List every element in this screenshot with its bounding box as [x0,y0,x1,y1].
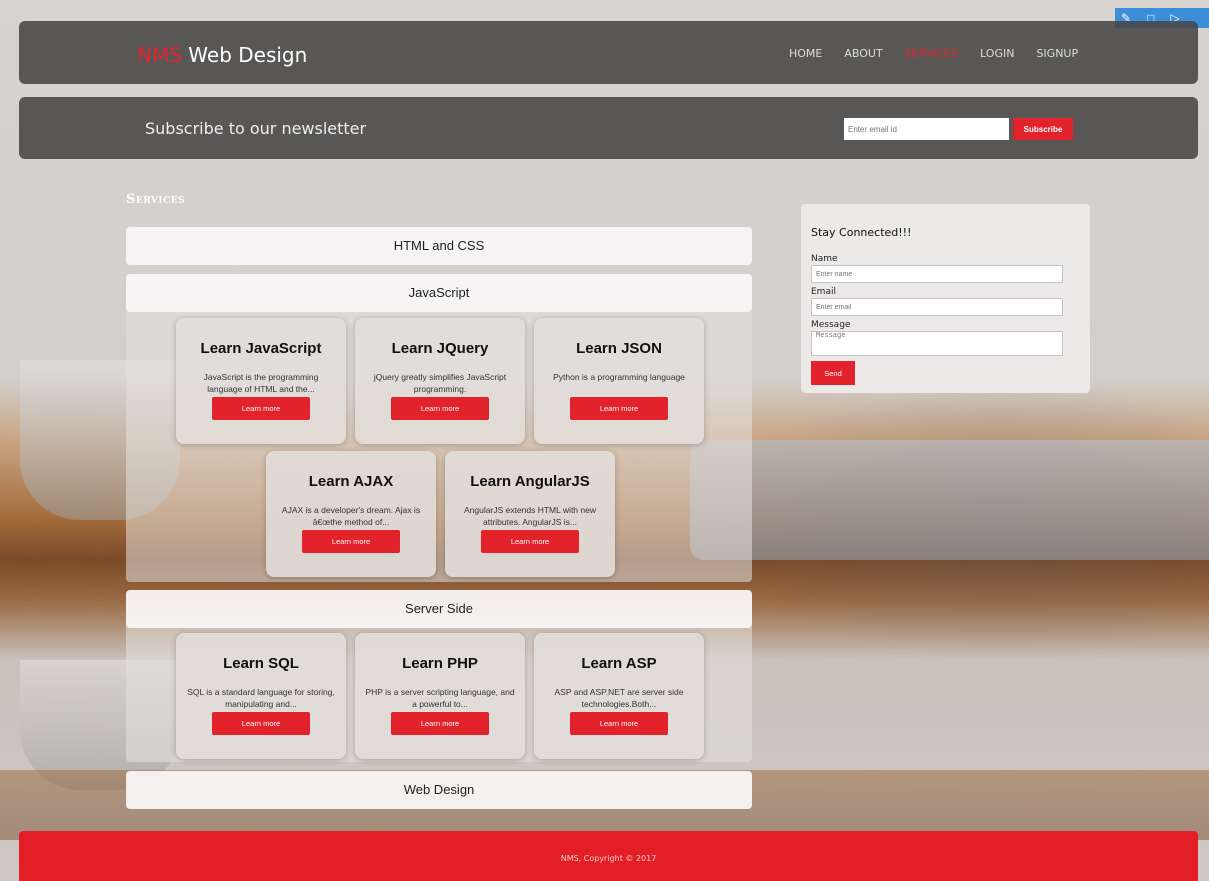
card-learn-sql: Learn SQL SQL is a standard language for… [176,633,346,759]
card-description: JavaScript is the programming language o… [203,372,319,394]
subscribe-button[interactable]: Subscribe [1013,118,1073,140]
services-heading: Services [126,192,186,207]
accordion-javascript[interactable]: JavaScript [126,274,752,312]
contact-form: Stay Connected!!! Name Email Message Sen… [801,204,1090,393]
background-laptop [690,440,1209,560]
nav-about[interactable]: ABOUT [844,47,882,60]
card-description: AJAX is a developer's dream. Ajax is â€œ… [281,505,421,527]
brand-text: Web Design [181,43,308,67]
message-label: Message [811,320,851,330]
card-description: SQL is a standard language for storing, … [187,687,335,709]
nav-home[interactable]: HOME [789,47,822,60]
card-learn-javascript: Learn JavaScript JavaScript is the progr… [176,318,346,444]
newsletter-email-input[interactable] [844,118,1009,140]
card-learn-jquery: Learn JQuery jQuery greatly simplifies J… [355,318,525,444]
card-learn-json: Learn JSON Python is a programming langu… [534,318,704,444]
top-navbar: NMS Web Design HOME ABOUT SERVICES LOGIN… [19,21,1198,84]
brand-logo[interactable]: NMS Web Design [137,43,307,67]
learn-more-button[interactable]: Learn more [212,397,310,420]
card-learn-asp: Learn ASP ASP and ASP.NET are server sid… [534,633,704,759]
brand-accent: NMS [137,43,182,67]
card-title: Learn AJAX [308,473,394,490]
card-title: Learn SQL [223,655,299,672]
accordion-web-design[interactable]: Web Design [126,771,752,809]
card-description: AngularJS extends HTML with new attribut… [464,505,596,527]
message-input[interactable] [811,331,1063,356]
card-title: Learn JSON [576,340,662,357]
contact-form-title: Stay Connected!!! [811,226,912,239]
nav-signup[interactable]: SIGNUP [1036,47,1078,60]
name-input[interactable] [811,265,1063,283]
learn-more-button[interactable]: Learn more [570,712,668,735]
card-learn-php: Learn PHP PHP is a server scripting lang… [355,633,525,759]
accordion-server-side[interactable]: Server Side [126,590,752,628]
card-title: Learn ASP [581,655,657,672]
card-learn-ajax: Learn AJAX AJAX is a developer's dream. … [266,451,436,577]
learn-more-button[interactable]: Learn more [302,530,400,553]
card-learn-angularjs: Learn AngularJS AngularJS extends HTML w… [445,451,615,577]
card-title: Learn JavaScript [200,340,322,357]
accordion-html-css[interactable]: HTML and CSS [126,227,752,265]
nav-services[interactable]: SERVICES [905,47,958,60]
learn-more-button[interactable]: Learn more [391,397,489,420]
card-title: Learn AngularJS [470,473,590,490]
card-description: jQuery greatly simplifies JavaScript pro… [373,372,507,394]
newsletter-title: Subscribe to our newsletter [145,119,367,138]
email-label: Email [811,287,836,297]
nav-login[interactable]: LOGIN [980,47,1014,60]
learn-more-button[interactable]: Learn more [212,712,310,735]
email-input[interactable] [811,298,1063,316]
card-title: Learn PHP [402,655,478,672]
send-button[interactable]: Send [811,361,855,385]
learn-more-button[interactable]: Learn more [481,530,579,553]
learn-more-button[interactable]: Learn more [570,397,668,420]
card-description: ASP and ASP.NET are server side technolo… [554,687,684,709]
name-label: Name [811,254,838,264]
footer: NMS, Copyright © 2017 [19,831,1198,881]
newsletter-bar: Subscribe to our newsletter Subscribe [19,97,1198,159]
card-title: Learn JQuery [391,340,489,357]
main-nav: HOME ABOUT SERVICES LOGIN SIGNUP [789,47,1100,60]
card-description: PHP is a server scripting language, and … [365,687,515,709]
learn-more-button[interactable]: Learn more [391,712,489,735]
card-description: Python is a programming language [553,372,685,382]
